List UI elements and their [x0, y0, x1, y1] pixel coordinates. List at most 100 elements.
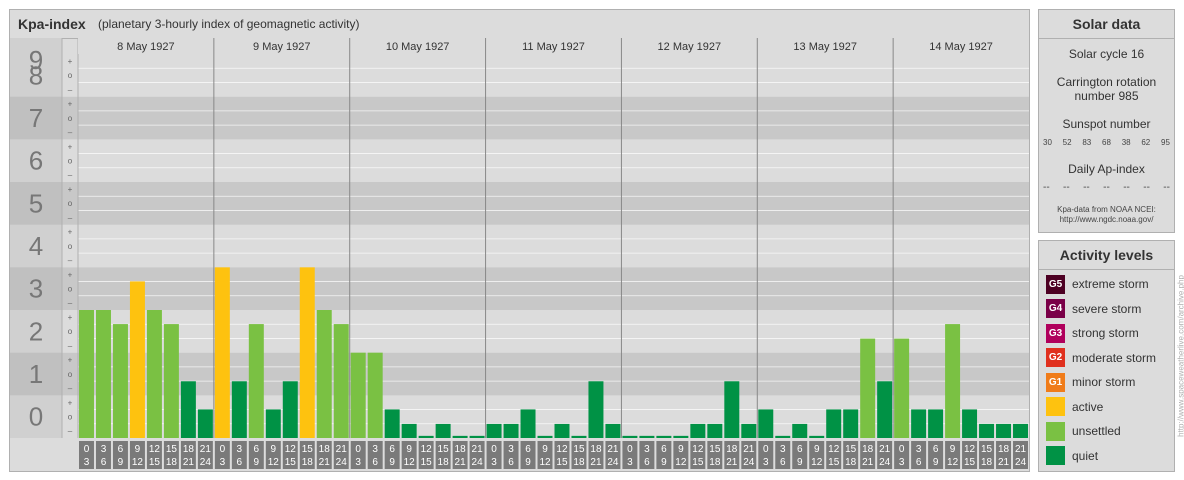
interval-start-label: 6 [389, 444, 395, 455]
ap-value: -- [1103, 182, 1110, 193]
ap-value: -- [1163, 182, 1170, 193]
interval-start-label: 0 [899, 444, 905, 455]
interval-end-label: 24 [200, 457, 212, 468]
watermark: http://www.spaceweatherlive.com/archive.… [1176, 240, 1184, 472]
kp-bar [639, 435, 655, 438]
interval-start-label: 9 [950, 444, 956, 455]
interval-start-label: 6 [933, 444, 939, 455]
interval-end-label: 21 [455, 457, 467, 468]
sunspot-value: 38 [1121, 138, 1131, 147]
activity-levels-title: Activity levels [1039, 241, 1174, 270]
day-label: 14 May 1927 [929, 41, 993, 53]
data-credit-link[interactable]: http://www.ngdc.noaa.gov/ [1039, 215, 1174, 225]
minor-mark: – [68, 299, 73, 308]
legend-swatch: G5 [1046, 274, 1065, 294]
solar-cycle: Solar cycle 16 [1068, 47, 1145, 61]
minor-mark: – [68, 171, 73, 180]
interval-end-label: 9 [933, 457, 939, 468]
kp-bar [741, 423, 757, 438]
carrington-rotation-line-1: Carrington rotation [1056, 75, 1157, 89]
interval-start-label: 18 [590, 444, 602, 455]
interval-end-label: 6 [780, 457, 786, 468]
legend-label: unsettled [1072, 424, 1121, 438]
interval-end-label: 24 [879, 457, 891, 468]
interval-start-label: 21 [1015, 444, 1027, 455]
minor-mark: + [68, 270, 73, 279]
y-tick-label: 4 [29, 231, 43, 261]
interval-end-label: 18 [302, 457, 314, 468]
minor-mark: – [68, 341, 73, 350]
kp-bar [129, 281, 145, 438]
interval-start-label: 12 [149, 444, 161, 455]
interval-start-label: 9 [135, 444, 141, 455]
chart-header: Kpa-index (planetary 3-hourly index of g… [10, 10, 1029, 39]
interval-start-label: 15 [845, 444, 857, 455]
interval-start-label: 6 [118, 444, 124, 455]
kp-bar [622, 435, 638, 438]
kp-bar [418, 435, 434, 438]
minor-mark: o [68, 370, 73, 379]
kp-bar [333, 324, 349, 438]
legend-label: active [1072, 399, 1104, 414]
interval-end-label: 12 [132, 457, 144, 468]
kp-bar [707, 423, 723, 438]
band [62, 267, 1029, 310]
kp-bar [452, 435, 468, 438]
interval-start-label: 21 [336, 444, 348, 455]
kp-bar [401, 423, 417, 438]
kp-bar [486, 423, 502, 438]
kp-bar [503, 423, 519, 438]
minor-mark: + [68, 398, 73, 407]
kp-bar [214, 267, 230, 438]
minor-mark: + [68, 57, 73, 66]
legend-item-unsettled: unsettled [1046, 421, 1121, 441]
interval-start-label: 6 [254, 444, 260, 455]
kp-bar [792, 423, 808, 438]
interval-start-label: 3 [372, 444, 378, 455]
kp-bar [673, 435, 689, 438]
legend-swatch [1046, 397, 1065, 416]
legend-label: quiet [1072, 448, 1099, 463]
interval-end-label: 18 [166, 457, 178, 468]
interval-start-label: 21 [607, 444, 619, 455]
kp-bar [537, 435, 553, 438]
band [62, 96, 1029, 140]
kp-bar [180, 381, 196, 438]
interval-end-label: 9 [661, 457, 667, 468]
kp-bar-chart: 0123456789–o+–o+–o+–o+–o+–o+–o+–o+–o+8 M… [10, 38, 1029, 471]
solar-data-title: Solar data [1039, 10, 1174, 39]
legend-item-strong-storm: G3 strong storm [1046, 323, 1139, 343]
sunspot-value: 68 [1102, 138, 1111, 147]
interval-start-label: 3 [101, 444, 107, 455]
kp-bar [79, 310, 94, 438]
interval-end-label: 18 [981, 457, 993, 468]
band [62, 224, 1029, 268]
y-tick-label: 5 [29, 188, 43, 218]
interval-end-label: 21 [183, 457, 195, 468]
interval-end-label: 24 [336, 457, 348, 468]
interval-start-label: 15 [709, 444, 721, 455]
interval-start-label: 15 [166, 444, 178, 455]
minor-mark: + [68, 356, 73, 365]
kp-bar [979, 423, 995, 438]
kp-bar [928, 409, 944, 438]
day-label: 10 May 1927 [386, 41, 450, 53]
minor-mark: – [68, 384, 73, 393]
minor-mark: o [68, 157, 73, 166]
minor-mark: + [68, 100, 73, 109]
minor-mark: o [68, 285, 73, 294]
ap-value: -- [1123, 182, 1130, 193]
interval-start-label: 12 [964, 444, 976, 455]
interval-end-label: 15 [149, 457, 161, 468]
interval-end-label: 9 [118, 457, 124, 468]
interval-start-label: 3 [237, 444, 243, 455]
y-tick-label: 7 [29, 103, 43, 133]
interval-start-label: 6 [797, 444, 803, 455]
ap-value: -- [1063, 182, 1070, 193]
interval-end-label: 21 [862, 457, 874, 468]
kp-bar [656, 435, 672, 438]
y-tick-label: 0 [29, 402, 43, 432]
y-tick-label: 1 [29, 359, 43, 389]
minor-mark: o [68, 114, 73, 123]
legend-item-quiet: quiet [1046, 446, 1098, 466]
